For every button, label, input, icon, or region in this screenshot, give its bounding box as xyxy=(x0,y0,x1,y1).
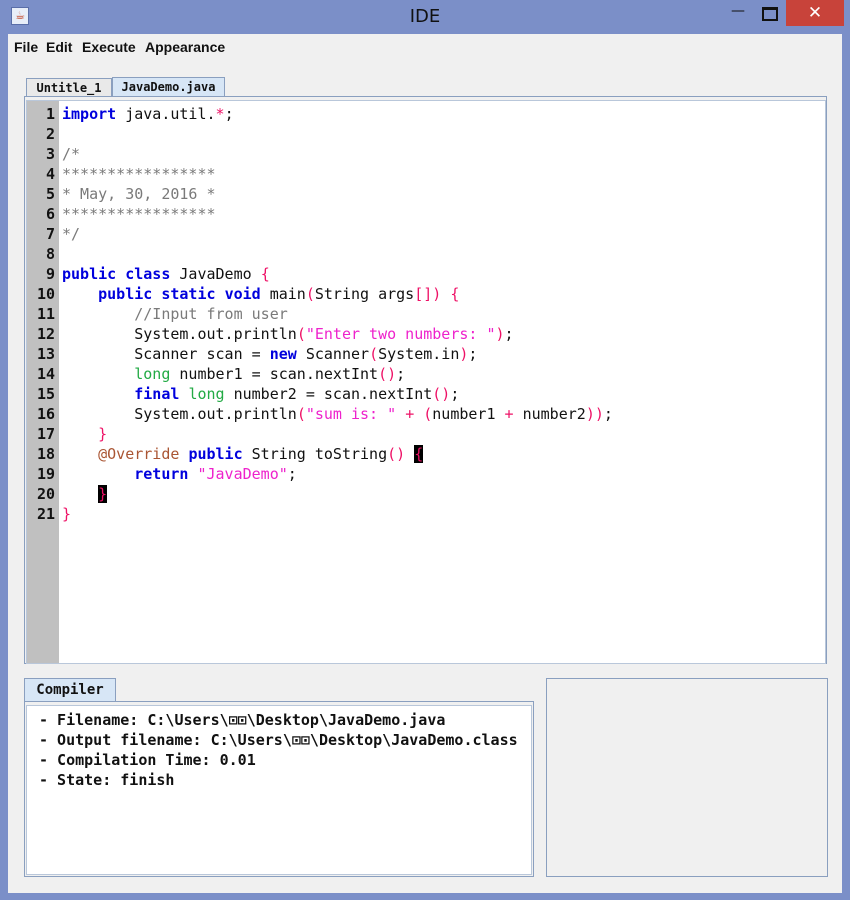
line-number: 4 xyxy=(45,165,55,183)
line-number: 21 xyxy=(36,505,55,523)
line-number: 1 xyxy=(45,105,55,123)
menu-file[interactable]: File xyxy=(14,39,38,55)
tab-compiler[interactable]: Compiler xyxy=(24,678,116,701)
line-number: 17 xyxy=(36,425,55,443)
line-number: 3 xyxy=(45,145,55,163)
code-editor[interactable]: 1 2 3 4 5 6 7 8 9 10 11 12 13 14 15 16 17 18 19 20 21 import… xyxy=(26,100,826,664)
code-line: * May, 30, 2016 * xyxy=(62,185,216,203)
menu-bar: File Edit Execute Appearance xyxy=(8,34,842,60)
menu-edit[interactable]: Edit xyxy=(46,39,72,55)
minimize-button[interactable]: — xyxy=(724,0,752,26)
line-number: 11 xyxy=(36,305,55,323)
line-number-gutter: 1 2 3 4 5 6 7 8 9 10 11 12 13 14 15 16 17 18 19 20 21 xyxy=(27,101,59,663)
code-line: public static void main(String args[]) { xyxy=(98,285,460,303)
compiler-output[interactable]: - Filename: C:\Users\⊡⊡\Desktop\JavaDemo… xyxy=(26,705,532,875)
line-number: 15 xyxy=(36,385,55,403)
maximize-button[interactable] xyxy=(755,0,783,26)
line-number: 12 xyxy=(36,325,55,343)
line-number: 6 xyxy=(45,205,55,223)
code-line: @Override public String toString() { xyxy=(98,445,424,463)
code-line: /* xyxy=(62,145,81,163)
compiler-output-line: - Output filename: C:\Users\⊡⊡\Desktop\J… xyxy=(39,731,518,749)
window-title: IDE xyxy=(409,6,441,27)
side-panel xyxy=(546,678,828,877)
line-number: 5 xyxy=(45,185,55,203)
code-line: Scanner scan = new Scanner(System.in); xyxy=(62,345,478,363)
code-line: final long number2 = scan.nextInt(); xyxy=(134,385,460,403)
tab-javademo-java[interactable]: JavaDemo.java xyxy=(112,77,225,96)
line-number: 20 xyxy=(36,485,55,503)
close-icon: ✕ xyxy=(807,3,823,23)
code-line: long number1 = scan.nextInt(); xyxy=(134,365,406,383)
code-line: */ xyxy=(62,225,81,243)
close-button[interactable]: ✕ xyxy=(786,0,844,26)
code-line: System.out.println("Enter two numbers: "… xyxy=(62,325,514,343)
ide-window: ☕ IDE — ✕ File Edit Execute Appearance U… xyxy=(0,0,850,900)
code-line: } xyxy=(98,485,108,503)
code-line: ***************** xyxy=(62,165,216,183)
line-number: 2 xyxy=(45,125,55,143)
maximize-icon xyxy=(762,7,778,21)
code-line: } xyxy=(62,505,72,523)
code-line: } xyxy=(98,425,108,443)
line-number: 14 xyxy=(36,365,55,383)
line-number: 16 xyxy=(36,405,55,423)
line-number: 8 xyxy=(45,245,55,263)
code-line: public class JavaDemo { xyxy=(62,265,270,283)
menu-appearance[interactable]: Appearance xyxy=(145,39,225,55)
title-bar[interactable]: ☕ IDE — ✕ xyxy=(0,0,850,34)
compiler-output-line: - State: finish xyxy=(39,771,175,789)
code-line: ***************** xyxy=(62,205,216,223)
code-line: //Input from user xyxy=(134,305,288,323)
compiler-output-line: - Filename: C:\Users\⊡⊡\Desktop\JavaDemo… xyxy=(39,711,446,729)
line-number: 9 xyxy=(45,265,55,283)
minimize-icon: — xyxy=(731,3,745,19)
main-content: File Edit Execute Appearance Untitle_1 J… xyxy=(8,34,842,893)
line-number: 19 xyxy=(36,465,55,483)
line-number: 13 xyxy=(36,345,55,363)
line-number: 18 xyxy=(36,445,55,463)
tab-untitle-1[interactable]: Untitle_1 xyxy=(26,78,112,96)
compiler-output-line: - Compilation Time: 0.01 xyxy=(39,751,256,769)
line-number: 7 xyxy=(45,225,55,243)
code-line: return "JavaDemo"; xyxy=(134,465,297,483)
code-line: import java.util.*; xyxy=(62,105,234,123)
line-number: 10 xyxy=(36,285,55,303)
code-area[interactable]: import java.util.*; /* *****************… xyxy=(62,104,613,524)
menu-execute[interactable]: Execute xyxy=(82,39,136,55)
code-line: System.out.println("sum is: " + (number1… xyxy=(62,405,613,423)
line-numbers: 1 2 3 4 5 6 7 8 9 10 11 12 13 14 15 16 17 18 19 20 21 xyxy=(27,104,55,524)
